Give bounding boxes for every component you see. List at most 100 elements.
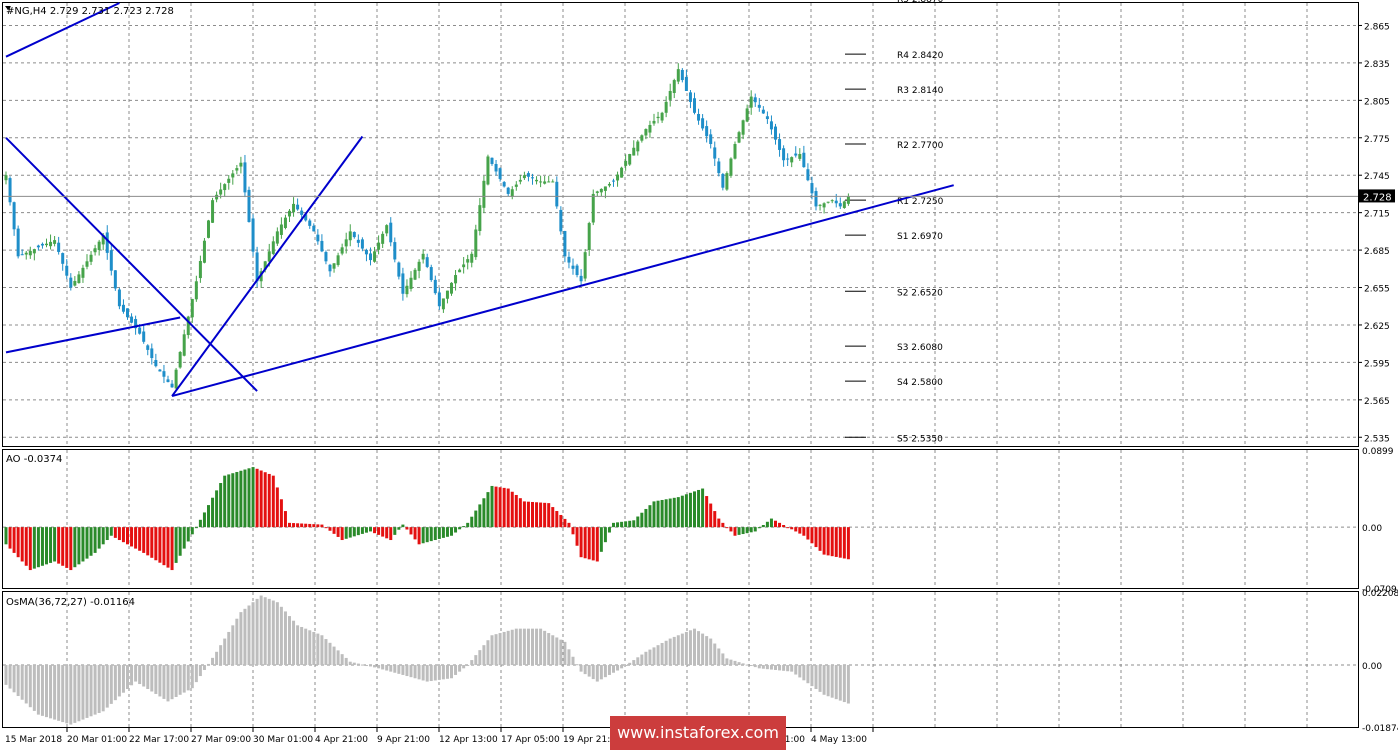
osma-bar [437, 665, 441, 680]
pivot-level-label: S1 2.6970 [897, 232, 943, 242]
osma-bar [535, 628, 539, 666]
candle-body [660, 112, 664, 121]
candle-body [668, 90, 672, 100]
y-tick-label: 2.565 [1364, 397, 1390, 407]
ao-bar [8, 527, 12, 549]
ao-bar [660, 499, 664, 528]
ao-bar [458, 527, 462, 530]
osma-bar [786, 665, 790, 672]
osma-bar [531, 628, 534, 666]
candle-body [417, 261, 421, 271]
osma-bar [279, 606, 283, 666]
ao-bar [790, 527, 794, 530]
osma-bar [28, 665, 32, 708]
candle-body [664, 101, 668, 113]
candle-body [77, 274, 81, 284]
candle-body [498, 168, 502, 179]
candle-body [271, 241, 275, 254]
osma-bar [24, 665, 28, 704]
osma-bar [215, 651, 219, 666]
ao-bar [405, 527, 409, 530]
ao-bar [101, 527, 105, 545]
candle-body [555, 181, 559, 207]
ao-bar [275, 487, 279, 528]
ao-bar [283, 511, 287, 528]
osma-bar [620, 665, 624, 669]
osma-bar [275, 602, 279, 666]
ao-bar [113, 527, 117, 538]
y-tick-label: 2.535 [1364, 434, 1390, 444]
osma-bar [8, 665, 12, 689]
ao-bar [413, 527, 417, 540]
osma-bar [413, 665, 417, 679]
candle-body [243, 162, 247, 193]
ao-bar [749, 527, 753, 533]
candle-body [69, 277, 73, 288]
y-tick-label: 2.715 [1364, 210, 1390, 220]
ao-bar [506, 488, 510, 528]
osma-bar [599, 665, 603, 680]
ao-bar [462, 526, 466, 528]
current-price-label: 2.728 [1363, 192, 1392, 203]
osma-bar [450, 665, 453, 679]
ao-bar [344, 527, 348, 539]
ao-bar [741, 527, 745, 535]
candle-body [433, 279, 437, 294]
osma-bar [105, 665, 109, 708]
osma-bar [352, 662, 356, 666]
candle-body [154, 360, 158, 367]
osma-bar [45, 665, 48, 718]
osma-bar [470, 660, 474, 666]
osma-bar [429, 665, 433, 682]
osma-bar [818, 665, 822, 692]
osma-bar [409, 665, 413, 678]
osma-bar [749, 665, 753, 667]
ao-bar [664, 499, 668, 528]
ao-bar [235, 471, 239, 528]
osma-bar [332, 646, 336, 666]
candle-body [121, 304, 125, 312]
ao-bar [684, 494, 688, 528]
ao-bar [620, 521, 624, 528]
candle-body [429, 267, 433, 281]
ao-bar [486, 492, 490, 528]
candle-body [749, 96, 753, 108]
x-tick-label: 30 Mar 01:00 [253, 735, 313, 745]
candle-body [300, 210, 304, 215]
ao-bar [701, 488, 705, 528]
candle-body [198, 261, 202, 279]
osma-bar [721, 653, 725, 666]
ao-bar [563, 518, 567, 528]
osma-bar [761, 665, 765, 669]
ao-bar [89, 527, 93, 556]
osma-bar [239, 612, 243, 666]
ao-bar [693, 491, 696, 528]
osma-bar [377, 665, 381, 669]
candle-body [494, 164, 498, 172]
ao-bar [73, 527, 77, 568]
candle-body [701, 118, 705, 129]
osma-bar [648, 649, 652, 666]
pivot-level-label: R4 2.8420 [897, 51, 944, 61]
ao-bar [709, 503, 713, 528]
osma-bar [441, 665, 445, 680]
candle-body [312, 225, 316, 232]
ao-bar [24, 527, 28, 566]
ao-bar [826, 527, 830, 556]
ao-bar [559, 514, 563, 528]
x-tick-label: 22 Mar 17:00 [129, 735, 189, 745]
candle-body [778, 139, 782, 150]
candle-body [85, 261, 89, 267]
candle-body [842, 201, 846, 208]
ao-bar [680, 495, 684, 528]
ao-bar [470, 516, 474, 528]
candle-body [830, 200, 834, 202]
ao-bar [316, 524, 320, 528]
osma-bar [182, 665, 186, 693]
candle-body [182, 334, 186, 356]
ao-bar [364, 527, 368, 533]
pivot-level-label: R3 2.8140 [897, 86, 944, 96]
ao-bar [381, 527, 385, 537]
ao-bar [502, 487, 506, 528]
chart-canvas[interactable]: R5 2.8870R4 2.8420R3 2.8140R2 2.7700R1 2… [0, 0, 1398, 749]
